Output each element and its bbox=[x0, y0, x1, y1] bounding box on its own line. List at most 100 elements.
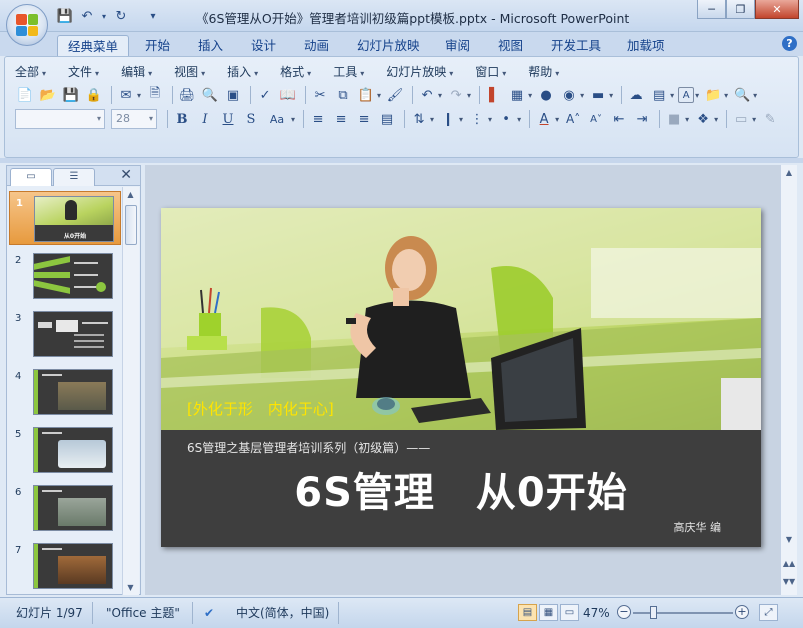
justify-icon[interactable]: ▤ bbox=[377, 109, 397, 129]
slide-thumbnail-7[interactable]: 7 bbox=[9, 539, 121, 593]
slide-thumbnail-3[interactable]: 3 bbox=[9, 307, 121, 361]
slide-slogan[interactable]: [外化于形 内化于心] bbox=[187, 398, 334, 419]
align-left-icon[interactable]: ≡ bbox=[308, 109, 328, 129]
undo-dropdown-icon[interactable]: ▾ bbox=[100, 7, 108, 25]
menu-insert[interactable]: 插入 ▾ bbox=[227, 63, 258, 80]
zoom-slider[interactable] bbox=[633, 606, 733, 619]
thumbnail-scrollbar[interactable]: ▲ ▼ bbox=[122, 187, 139, 595]
increase-indent-icon[interactable]: ⇥ bbox=[632, 109, 652, 129]
print-icon[interactable]: 🖨 bbox=[177, 85, 197, 105]
chevron-down-icon[interactable]: ▾ bbox=[528, 91, 532, 100]
office-button[interactable] bbox=[6, 4, 48, 46]
slide-show-icon[interactable]: ▭ bbox=[560, 604, 579, 621]
chevron-down-icon[interactable]: ▾ bbox=[291, 115, 295, 124]
slide-thumbnail-2[interactable]: 2 bbox=[9, 249, 121, 303]
tab-insert[interactable]: 插入 bbox=[188, 35, 233, 56]
fit-to-window-icon[interactable]: ⤢ bbox=[759, 604, 778, 621]
save-icon[interactable]: 💾 bbox=[61, 85, 81, 105]
insert-chart-icon[interactable]: ▌ bbox=[484, 85, 504, 105]
research-icon[interactable]: 📖 bbox=[278, 85, 298, 105]
increase-font-icon[interactable]: A˄ bbox=[563, 109, 583, 129]
tab-slide-show[interactable]: 幻灯片放映 bbox=[347, 35, 430, 56]
quick-styles-icon[interactable]: ▭ bbox=[731, 109, 751, 129]
scroll-down-icon[interactable]: ▼ bbox=[123, 580, 138, 595]
change-case-icon[interactable]: Aa bbox=[264, 109, 290, 129]
arrange-icon[interactable]: ❖ bbox=[693, 109, 713, 129]
slide-thumbnail-4[interactable]: 4 bbox=[9, 365, 121, 419]
underline-icon[interactable]: U bbox=[218, 109, 238, 129]
help-icon[interactable]: ? bbox=[782, 36, 797, 51]
tab-animations[interactable]: 动画 bbox=[294, 35, 339, 56]
chevron-down-icon[interactable]: ▾ bbox=[488, 115, 492, 124]
tab-design[interactable]: 设计 bbox=[241, 35, 286, 56]
zoom-slider-thumb[interactable] bbox=[650, 606, 657, 619]
scroll-up-icon[interactable]: ▲ bbox=[781, 165, 797, 180]
print-preview-icon[interactable]: 🔍 bbox=[200, 85, 220, 105]
slide-title[interactable]: 6S管理 从0开始 bbox=[161, 460, 761, 518]
chevron-down-icon[interactable]: ▾ bbox=[609, 91, 613, 100]
folder-icon[interactable]: 📁 bbox=[703, 85, 723, 105]
slide-sorter-icon[interactable]: ▦ bbox=[539, 604, 558, 621]
menu-view[interactable]: 视图 ▾ bbox=[174, 63, 205, 80]
chevron-down-icon[interactable]: ▾ bbox=[459, 115, 463, 124]
close-icon[interactable]: ✕ bbox=[120, 167, 132, 183]
chevron-down-icon[interactable]: ▾ bbox=[137, 91, 141, 100]
format-painter-icon[interactable]: 🖌 bbox=[385, 85, 405, 105]
italic-icon[interactable]: I bbox=[195, 109, 215, 129]
redo-icon[interactable]: ↷ bbox=[446, 85, 466, 105]
search-icon[interactable]: 🔍 bbox=[732, 85, 752, 105]
align-center-icon[interactable]: ≡ bbox=[331, 109, 351, 129]
slide-layout-icon[interactable]: ▣ bbox=[223, 85, 243, 105]
theme-name[interactable]: "Office 主题" bbox=[106, 603, 180, 623]
publish-icon[interactable]: 🗎 bbox=[145, 85, 165, 105]
chevron-down-icon[interactable]: ▾ bbox=[753, 91, 757, 100]
chevron-down-icon[interactable]: ▾ bbox=[555, 115, 559, 124]
close-icon[interactable]: ✕ bbox=[755, 0, 799, 19]
menu-format[interactable]: 格式 ▾ bbox=[280, 63, 311, 80]
paste-icon[interactable]: 📋 bbox=[356, 85, 376, 105]
tab-add-ins[interactable]: 加载项 bbox=[617, 35, 675, 56]
chevron-down-icon[interactable]: ▾ bbox=[517, 115, 521, 124]
slides-tab[interactable]: ▭ bbox=[10, 168, 52, 186]
insert-table-icon[interactable]: ▦ bbox=[507, 85, 527, 105]
language-indicator[interactable]: 中文(简体，中国) bbox=[236, 603, 329, 623]
chevron-down-icon[interactable]: ▾ bbox=[714, 115, 718, 124]
tab-view[interactable]: 视图 bbox=[488, 35, 533, 56]
numbering-icon[interactable]: ⋮ bbox=[467, 109, 487, 129]
menu-all[interactable]: 全部 ▾ bbox=[15, 63, 46, 80]
align-right-icon[interactable]: ≡ bbox=[354, 109, 374, 129]
undo-icon[interactable]: ↶ bbox=[417, 85, 437, 105]
normal-view-icon[interactable]: ▤ bbox=[518, 604, 537, 621]
layout-icon[interactable]: ▤ bbox=[649, 85, 669, 105]
shapes-icon[interactable]: ■ bbox=[664, 109, 684, 129]
chevron-down-icon[interactable]: ▾ bbox=[685, 115, 689, 124]
clip-art-icon[interactable]: ● bbox=[536, 85, 556, 105]
scrollbar-thumb[interactable] bbox=[125, 205, 137, 245]
chevron-down-icon[interactable]: ▾ bbox=[438, 91, 442, 100]
new-file-icon[interactable]: 📄 bbox=[15, 85, 35, 105]
black-white-icon[interactable]: ▬ bbox=[588, 85, 608, 105]
bold-icon[interactable]: B bbox=[172, 109, 192, 129]
font-name-select[interactable]: ▾ bbox=[15, 109, 105, 129]
tab-classic-menu[interactable]: 经典菜单 bbox=[57, 35, 130, 56]
slide-author[interactable]: 高庆华 编 bbox=[674, 519, 722, 535]
columns-icon[interactable]: ❙ bbox=[438, 109, 458, 129]
font-size-select[interactable]: 28 ▾ bbox=[111, 109, 157, 129]
editor-scrollbar[interactable]: ▲ ▼ ▲▲ ▼▼ bbox=[780, 165, 797, 595]
chevron-down-icon[interactable]: ▾ bbox=[430, 115, 434, 124]
shape-fill-icon[interactable]: ✎ bbox=[760, 109, 780, 129]
scroll-down-icon[interactable]: ▼ bbox=[781, 532, 797, 547]
color-grayscale-icon[interactable]: ◉ bbox=[559, 85, 579, 105]
permission-icon[interactable]: 🔒 bbox=[84, 85, 104, 105]
spelling-icon[interactable]: ✓ bbox=[255, 85, 275, 105]
font-color-icon[interactable]: A bbox=[534, 109, 554, 129]
zoom-out-icon[interactable]: − bbox=[617, 605, 631, 619]
maximize-icon[interactable]: ❐ bbox=[726, 0, 755, 19]
zoom-in-icon[interactable]: + bbox=[735, 605, 749, 619]
slide-thumbnail-6[interactable]: 6 bbox=[9, 481, 121, 535]
next-slide-icon[interactable]: ▼▼ bbox=[781, 574, 797, 589]
copy-icon[interactable]: ⧉ bbox=[333, 85, 353, 105]
chevron-down-icon[interactable]: ▾ bbox=[752, 115, 756, 124]
shadow-icon[interactable]: S bbox=[241, 109, 261, 129]
outline-tab[interactable]: ☰ bbox=[53, 168, 95, 186]
